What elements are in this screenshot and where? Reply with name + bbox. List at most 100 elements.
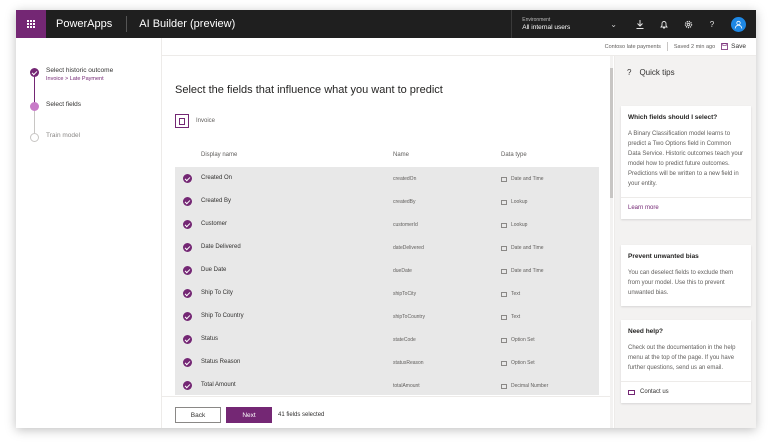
- waffle-icon: [26, 19, 36, 29]
- entity-chip: Invoice: [175, 114, 215, 128]
- environment-picker[interactable]: Environment All internal users ⌄: [511, 10, 627, 38]
- app-name[interactable]: PowerApps: [46, 18, 126, 30]
- back-button[interactable]: Back: [175, 407, 221, 423]
- option-set-icon: [501, 360, 507, 366]
- scrollbar-thumb[interactable]: [610, 68, 613, 198]
- option-set-icon: [501, 337, 507, 343]
- next-button[interactable]: Next: [226, 407, 272, 423]
- entity-name: Invoice: [196, 118, 216, 124]
- checked-icon[interactable]: [183, 174, 192, 183]
- save-button[interactable]: Save: [721, 43, 746, 50]
- wizard-footer: Back Next 41 fields selected: [162, 396, 610, 428]
- field-type: Option Set: [501, 360, 535, 366]
- field-type: Lookup: [501, 199, 527, 205]
- checked-icon[interactable]: [183, 335, 192, 344]
- checked-icon[interactable]: [183, 243, 192, 252]
- step-title: Train model: [46, 132, 81, 139]
- checked-icon[interactable]: [183, 312, 192, 321]
- field-display-name: Status Reason: [201, 359, 241, 365]
- table-row[interactable]: Created On createdOn Date and Time: [175, 167, 599, 190]
- field-display-name: Ship To Country: [201, 313, 244, 319]
- tip-body: Check out the documentation in the help …: [628, 345, 736, 371]
- download-icon[interactable]: [635, 19, 645, 29]
- field-display-name: Created By: [201, 198, 232, 204]
- tip-body: A Binary Classification model learns to …: [628, 131, 744, 187]
- field-name: shipToCity: [393, 291, 417, 297]
- checked-icon[interactable]: [183, 381, 192, 390]
- field-name: shipToCountry: [393, 314, 425, 320]
- scrollbar[interactable]: [610, 56, 613, 428]
- field-display-name: Status: [201, 336, 219, 342]
- environment-label: Environment: [522, 17, 551, 23]
- step-train-model[interactable]: Train model: [30, 132, 80, 142]
- text-icon: [501, 291, 507, 297]
- help-icon[interactable]: ?: [707, 19, 717, 29]
- contact-us-link[interactable]: Contact us: [621, 381, 751, 395]
- field-name: customerId: [393, 222, 418, 228]
- divider: [666, 42, 668, 51]
- chevron-down-icon: ⌄: [610, 19, 617, 29]
- fields-table: Created On createdOn Date and Time Creat…: [175, 167, 599, 395]
- bell-icon[interactable]: [659, 19, 669, 29]
- environment-value: All internal users: [522, 24, 571, 31]
- learn-more-link[interactable]: Learn more: [621, 197, 751, 211]
- tip-card: Which fields should I select? A Binary C…: [621, 106, 751, 219]
- step-complete-icon: [30, 68, 39, 77]
- wizard-steps: Select historic outcome Invoice > Late P…: [16, 38, 162, 428]
- field-type: Lookup: [501, 222, 527, 228]
- field-type: Date and Time: [501, 245, 544, 251]
- table-header: Display name Name Data type: [175, 152, 599, 166]
- step-subtitle: Invoice > Late Payment: [46, 76, 104, 82]
- step-current-icon: [30, 102, 39, 111]
- table-row[interactable]: Customer customerId Lookup: [175, 213, 599, 236]
- selected-count: 41 fields selected: [278, 412, 325, 418]
- main-content: Select the fields that influence what yo…: [162, 56, 610, 428]
- table-row[interactable]: Ship To City shipToCity Text: [175, 282, 599, 305]
- app-launcher-button[interactable]: [16, 10, 46, 38]
- checked-icon[interactable]: [183, 220, 192, 229]
- column-header-display[interactable]: Display name: [201, 152, 237, 158]
- field-display-name: Due Date: [201, 267, 227, 273]
- step-todo-icon: [30, 133, 39, 142]
- column-header-name[interactable]: Name: [393, 152, 409, 158]
- table-row[interactable]: Created By createdBy Lookup: [175, 190, 599, 213]
- gear-icon[interactable]: [683, 19, 693, 29]
- avatar[interactable]: [731, 16, 746, 32]
- field-display-name: Created On: [201, 175, 233, 181]
- top-bar: PowerApps AI Builder (preview) Environme…: [16, 10, 756, 38]
- field-type: Date and Time: [501, 176, 544, 182]
- field-type: Date and Time: [501, 268, 544, 274]
- checked-icon[interactable]: [183, 197, 192, 206]
- tip-title: Need help?: [628, 328, 664, 335]
- decimal-icon: [501, 383, 507, 389]
- table-row[interactable]: Date Delivered dateDelivered Date and Ti…: [175, 236, 599, 259]
- table-row[interactable]: Ship To Country shipToCountry Text: [175, 305, 599, 328]
- quick-tips-pane: ? Quick tips Which fields should I selec…: [614, 56, 756, 428]
- field-name: statusReason: [393, 360, 424, 366]
- field-name: dateDelivered: [393, 245, 424, 251]
- tip-card: Need help? Check out the documentation i…: [621, 320, 751, 403]
- table-row[interactable]: Total Amount totalAmount Decimal Number: [175, 374, 599, 395]
- field-name: createdOn: [393, 176, 417, 182]
- table-row[interactable]: Due Date dueDate Date and Time: [175, 259, 599, 282]
- column-header-type[interactable]: Data type: [501, 152, 527, 158]
- checked-icon[interactable]: [183, 266, 192, 275]
- table-row[interactable]: Status Reason statusReason Option Set: [175, 351, 599, 374]
- lookup-icon: [501, 199, 507, 205]
- field-type: Text: [501, 314, 520, 320]
- field-name: totalAmount: [393, 383, 420, 389]
- table-row[interactable]: Status stateCode Option Set: [175, 328, 599, 351]
- save-icon: [721, 43, 729, 50]
- checked-icon[interactable]: [183, 289, 192, 298]
- checked-icon[interactable]: [183, 358, 192, 367]
- step-title: Select historic outcome: [46, 67, 114, 74]
- step-select-fields[interactable]: Select fields: [30, 101, 81, 111]
- step-select-historic-outcome[interactable]: Select historic outcome Invoice > Late P…: [30, 67, 113, 82]
- tip-card: Prevent unwanted bias You can deselect f…: [621, 245, 751, 306]
- command-bar: Contoso late payments Saved 2 min ago Sa…: [162, 38, 756, 56]
- lightbulb-icon: ?: [627, 68, 632, 77]
- lookup-icon: [501, 222, 507, 228]
- top-icons: ?: [627, 16, 756, 32]
- field-type: Text: [501, 291, 520, 297]
- product-name: AI Builder (preview): [139, 18, 236, 30]
